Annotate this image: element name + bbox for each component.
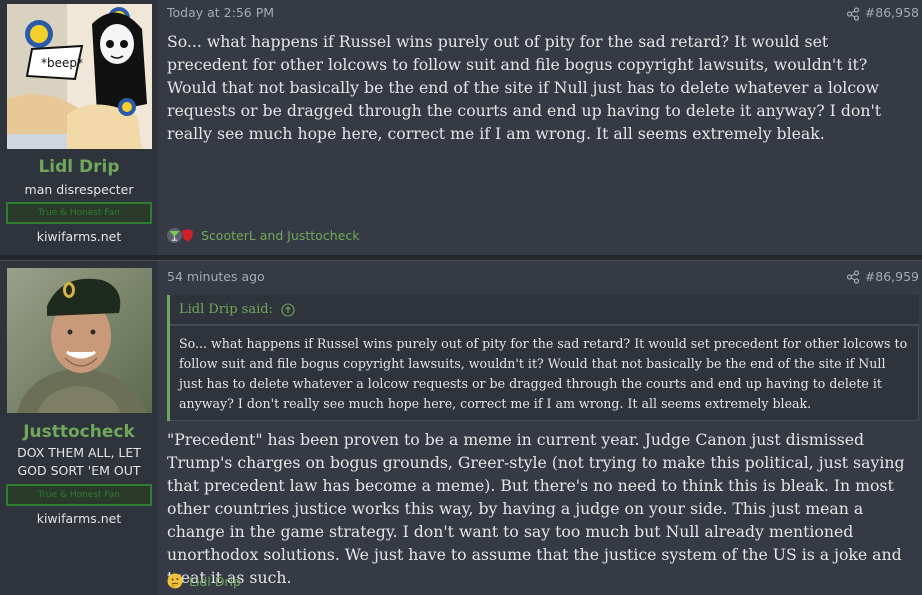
post-body: So... what happens if Russel wins purely… bbox=[167, 32, 882, 143]
avatar-caption: *beep* bbox=[41, 56, 83, 70]
post-number-link[interactable]: #86,959 bbox=[865, 269, 919, 284]
avatar-image bbox=[7, 268, 152, 413]
post-body: "Precedent" has been proven to be a meme… bbox=[167, 430, 905, 587]
quote-header[interactable]: Lidl Drip said: bbox=[170, 295, 919, 325]
post-timestamp[interactable]: 54 minutes ago bbox=[167, 269, 265, 284]
quote-body: So... what happens if Russel wins purely… bbox=[179, 336, 908, 411]
shield-reaction-icon bbox=[182, 229, 193, 242]
reactions-bar[interactable]: Lidl Drip bbox=[167, 573, 241, 589]
arrow-up-circle-icon[interactable] bbox=[281, 302, 295, 317]
post-number-link[interactable]: #86,958 bbox=[865, 5, 919, 20]
reaction-names[interactable]: ScooterL and Justtocheck bbox=[201, 228, 359, 243]
user-title: man disrespecter bbox=[24, 182, 134, 197]
user-banner: True & Honest Fan bbox=[6, 202, 152, 224]
user-title: DOX THEM ALL, LET GOD SORT 'EM OUT bbox=[17, 445, 141, 478]
post: Justtocheck DOX THEM ALL, LET GOD SORT '… bbox=[0, 260, 922, 595]
username[interactable]: Lidl Drip bbox=[0, 157, 158, 177]
user-site: kiwifarms.net bbox=[36, 511, 122, 526]
user-cell: Justtocheck DOX THEM ALL, LET GOD SORT '… bbox=[0, 261, 158, 595]
message-cell: Today at 2:56 PM #86,958 So... what happ… bbox=[158, 0, 922, 255]
avatar[interactable] bbox=[7, 268, 152, 413]
quote-block: Lidl Drip said: So... what happens if Ru… bbox=[167, 295, 919, 421]
reactions-bar[interactable]: ScooterL and Justtocheck bbox=[167, 228, 359, 243]
user-banner: True & Honest Fan bbox=[6, 484, 152, 506]
avatar[interactable]: *beep* bbox=[7, 4, 152, 149]
user-site: kiwifarms.net bbox=[36, 229, 122, 244]
user-cell: *beep* Lidl Drip man disrespecter True &… bbox=[0, 0, 158, 255]
post: *beep* Lidl Drip man disrespecter True &… bbox=[0, 0, 922, 255]
quote-author[interactable]: Lidl Drip said: bbox=[179, 295, 273, 324]
avatar-image: *beep* bbox=[7, 4, 152, 149]
reaction-names[interactable]: Lidl Drip bbox=[189, 574, 241, 589]
message-cell: 54 minutes ago #86,959 Lidl Drip said: S… bbox=[158, 261, 922, 595]
share-icon[interactable] bbox=[846, 7, 860, 21]
username[interactable]: Justtocheck bbox=[0, 422, 158, 442]
post-timestamp[interactable]: Today at 2:56 PM bbox=[167, 5, 274, 20]
thinking-reaction-icon bbox=[167, 573, 183, 589]
share-icon[interactable] bbox=[846, 270, 860, 284]
